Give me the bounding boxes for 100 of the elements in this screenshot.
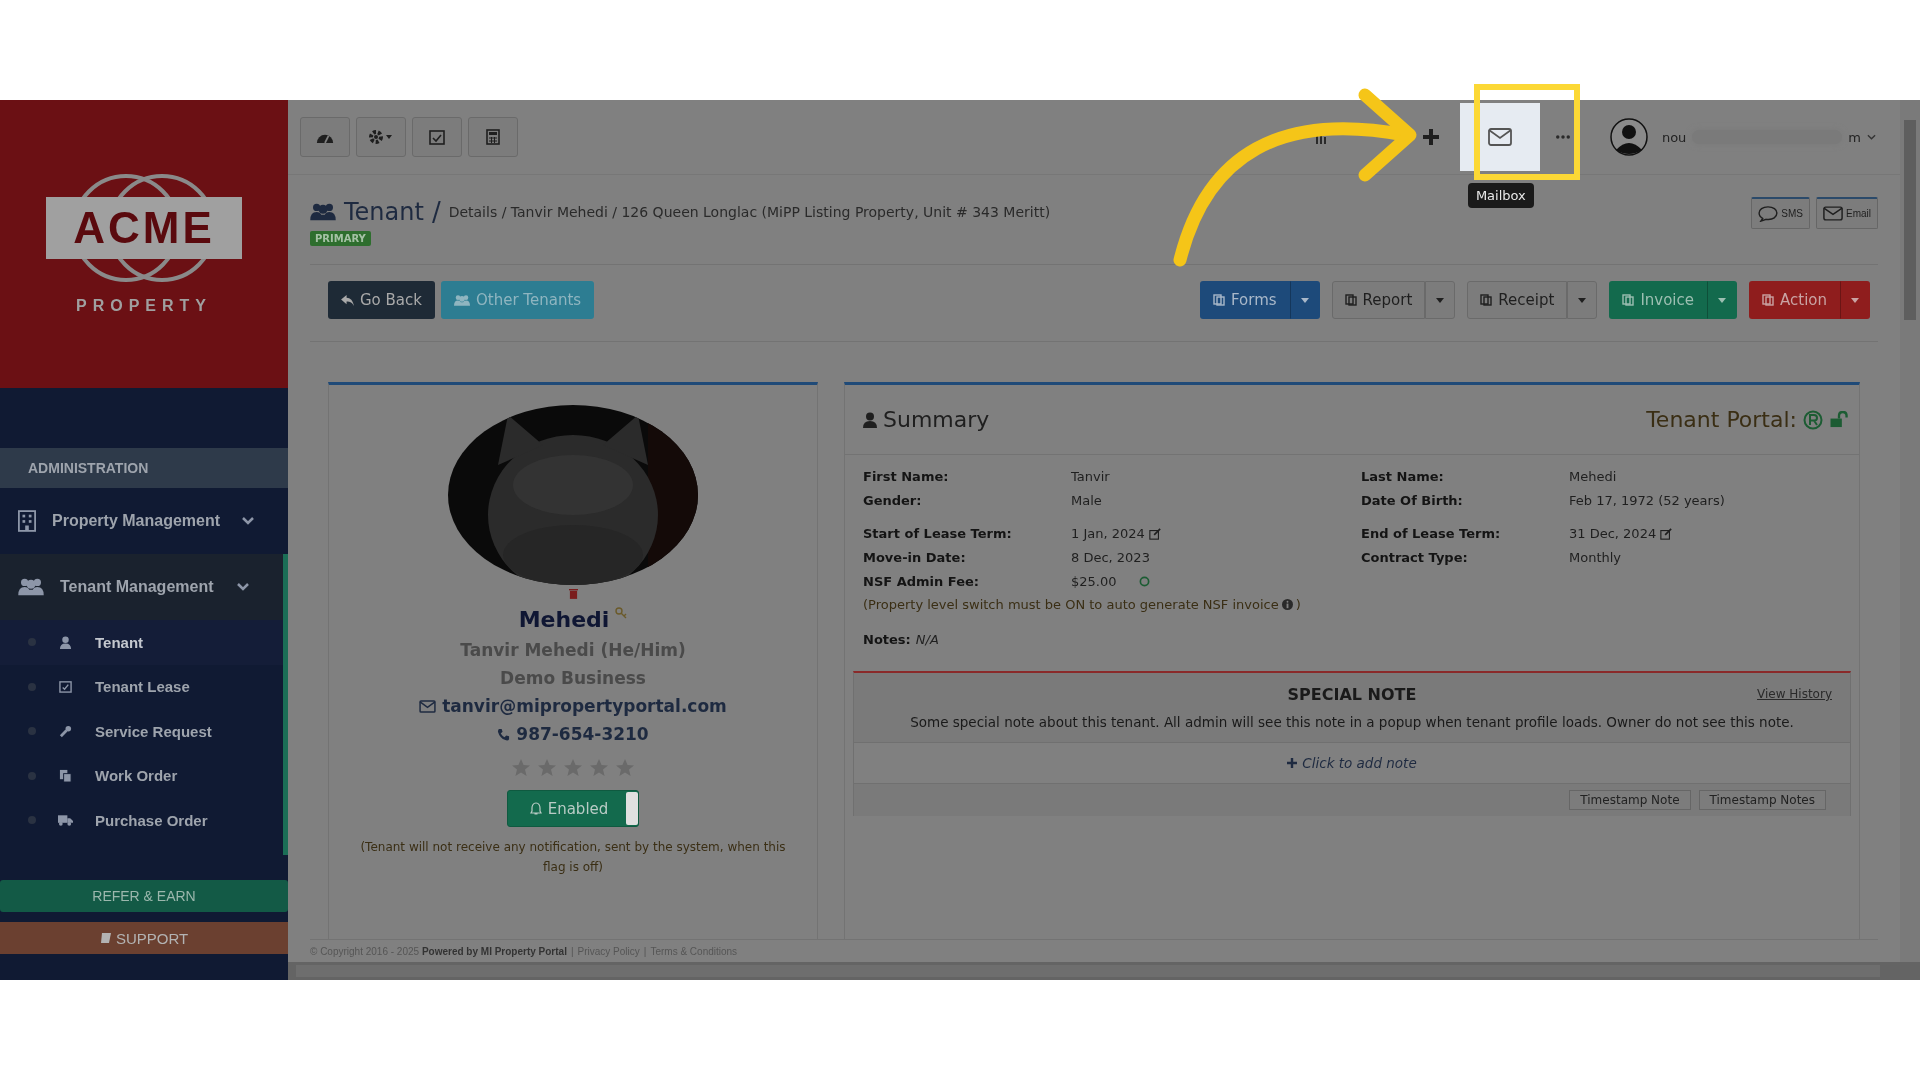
field-value: $25.00 — [1071, 574, 1117, 589]
calendar-icon — [429, 129, 445, 145]
menu-button[interactable]: Forms — [1200, 281, 1290, 319]
plus-icon[interactable] — [1421, 128, 1440, 146]
card-title: Summary — [883, 407, 990, 432]
field-label: Move-in Date: — [863, 550, 967, 565]
unlock-icon[interactable] — [1829, 411, 1849, 428]
other-tenants-button[interactable]: Other Tenants — [441, 281, 595, 319]
field-label: Last Name: — [1361, 469, 1445, 484]
section-header: ADMINISTRATION — [0, 448, 288, 488]
settings-icon — [368, 129, 394, 145]
edit-icon[interactable] — [1660, 527, 1673, 540]
section-title: SPECIAL NOTE — [1287, 685, 1417, 704]
dashboard-button[interactable] — [300, 117, 350, 157]
phone-icon — [497, 727, 511, 741]
notice-text: (Tenant will not receive any notification, sent by the system, when this flag is off) — [359, 839, 787, 876]
truck-icon — [58, 814, 73, 827]
sms-button[interactable]: SMS — [1751, 197, 1810, 229]
document-icon — [1762, 294, 1774, 306]
settings-button[interactable] — [356, 117, 406, 157]
circle-icon[interactable] — [1138, 576, 1150, 587]
support-button[interactable]: SUPPORT — [0, 922, 288, 954]
avatar-icon[interactable] — [1609, 118, 1648, 156]
document-icon — [1344, 294, 1357, 306]
menu-button[interactable]: Report — [1331, 281, 1426, 319]
portal-label: Tenant Portal: — [1646, 407, 1797, 432]
speech-bubble-icon — [1758, 205, 1779, 222]
field-value: Monthly — [1569, 550, 1622, 565]
bullet-icon — [28, 816, 36, 825]
field-label: Notes: — [863, 632, 911, 647]
field-label: NSF Admin Fee: — [863, 574, 980, 589]
tenant-name: Mehedi — [518, 607, 610, 632]
envelope-icon — [419, 699, 437, 713]
page-title: Tenant — [344, 198, 424, 226]
field-value: 31 Dec, 2024 — [1569, 526, 1657, 541]
caret-icon — [1300, 297, 1309, 303]
email-link[interactable]: tanvir@mipropertyportal.com — [442, 696, 727, 716]
key-icon[interactable] — [615, 607, 628, 619]
field-label: Gender: — [863, 493, 923, 508]
calendar-button[interactable] — [412, 117, 462, 157]
bullet-icon — [28, 771, 36, 780]
refer-earn-button[interactable]: REFER & EARN — [0, 880, 288, 912]
nav-subitem[interactable]: Tenant — [0, 620, 283, 665]
menu-button[interactable]: Receipt — [1467, 281, 1568, 319]
back-button[interactable]: Go Back — [328, 281, 435, 319]
nav-item[interactable]: Tenant Management — [0, 554, 288, 620]
timestamp-button[interactable]: Timestamp Note — [1569, 790, 1691, 810]
nav-subitem[interactable]: Service Request — [0, 709, 283, 754]
field-value: 1 Jan, 2024 — [1071, 526, 1145, 541]
menu-button[interactable]: Invoice — [1609, 281, 1707, 319]
bullet-icon — [28, 727, 36, 736]
nav-subitem[interactable]: Work Order — [0, 753, 283, 798]
field-value: 8 Dec, 2023 — [1071, 550, 1150, 565]
caret-icon — [1718, 297, 1726, 303]
username: nou — [1661, 129, 1687, 145]
menu-button[interactable]: Action — [1749, 281, 1840, 319]
timestamp-button[interactable]: Timestamp Notes — [1698, 790, 1826, 810]
caret-icon — [1578, 297, 1587, 303]
field-label: Date Of Birth: — [1361, 493, 1464, 508]
logo-subtitle: PROPERTY — [76, 297, 212, 315]
field-label: Start of Lease Term: — [863, 526, 1013, 541]
wrench-icon — [58, 724, 73, 738]
document-icon — [58, 769, 73, 783]
nav-subitem[interactable]: Purchase Order — [0, 798, 283, 843]
info-icon — [1281, 599, 1293, 610]
email-button[interactable]: Email — [1816, 197, 1878, 229]
mailbox-button[interactable] — [1459, 103, 1540, 171]
calculator-button[interactable] — [468, 117, 518, 157]
dropdown-toggle[interactable] — [1425, 281, 1456, 319]
field-value: Male — [1071, 493, 1102, 508]
add-note-link[interactable]: Click to add note — [1287, 755, 1417, 771]
field-value: Mehedi — [1569, 469, 1617, 484]
envelope-icon — [1823, 206, 1843, 221]
vertical-scrollbar[interactable] — [1900, 100, 1920, 962]
hint-text-end: ) — [1295, 597, 1301, 612]
notification-toggle[interactable]: Enabled — [506, 790, 640, 827]
users-icon — [454, 293, 470, 307]
dropdown-toggle[interactable] — [1567, 281, 1598, 319]
note-text: Some special note about this tenant. All admin will see this note in a popup when tenant profile loads. Owner do not see this note. — [909, 714, 1795, 730]
nav-item[interactable]: Property Management — [0, 488, 288, 554]
caret-icon — [1851, 297, 1859, 303]
trash-icon[interactable] — [568, 588, 578, 599]
nav-subitem[interactable]: Tenant Lease — [0, 664, 283, 709]
field-label: Contract Type: — [1361, 550, 1469, 565]
horizontal-scrollbar[interactable] — [288, 962, 1920, 980]
more-icon[interactable] — [1555, 135, 1570, 139]
field-value: Tanvir — [1071, 469, 1110, 484]
edit-icon[interactable] — [1148, 527, 1161, 540]
bullet-icon — [28, 682, 36, 691]
field-value: Feb 17, 1972 (52 years) — [1569, 493, 1725, 508]
view-history-link[interactable]: View History — [1757, 687, 1832, 701]
envelope-icon — [1487, 128, 1512, 146]
separator: | — [643, 945, 647, 957]
document-icon — [1622, 294, 1635, 306]
book-icon — [99, 932, 112, 944]
chevron-icon — [242, 517, 254, 525]
chevron-icon[interactable] — [1867, 134, 1876, 140]
username-end: m — [1848, 129, 1861, 145]
calendar-icon — [58, 680, 73, 694]
building-icon — [18, 510, 36, 532]
